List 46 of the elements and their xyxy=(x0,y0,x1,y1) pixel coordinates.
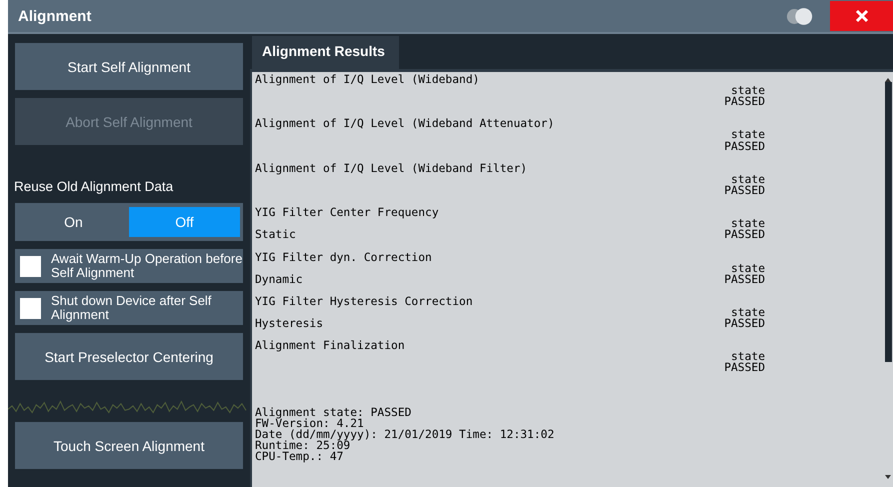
state-value: PASSED xyxy=(723,362,765,374)
summary-line: Alignment state: PASSED xyxy=(255,406,412,418)
results-tab[interactable]: Alignment Results xyxy=(252,36,399,69)
state-value: PASSED xyxy=(723,96,765,108)
state-label: state xyxy=(730,306,765,318)
state-value: PASSED xyxy=(723,274,765,285)
state-value: PASSED xyxy=(723,140,765,152)
result-detail: Static xyxy=(255,229,297,240)
state-label: state xyxy=(730,351,765,362)
toggle-icon[interactable] xyxy=(786,8,814,24)
touch-alignment-button[interactable]: Touch Screen Alignment xyxy=(15,422,243,469)
summary-line: FW-Version: 4.21 xyxy=(255,418,364,429)
checkbox-row[interactable]: Shut down Device after Self Alignment xyxy=(15,291,243,325)
state-label: state xyxy=(730,129,765,141)
checkbox-label: Await Warm-Up Operation before Self Alignment xyxy=(51,252,243,280)
scroll-thumb[interactable] xyxy=(885,82,892,362)
checkbox-row[interactable]: Await Warm-Up Operation before Self Alignment xyxy=(15,249,243,283)
state-value: PASSED xyxy=(723,184,765,196)
result-detail: Dynamic xyxy=(255,274,304,285)
summary-line: Date (dd/mm/yyyy): 21/01/2019 Time: 12:31:02 xyxy=(255,429,556,440)
checkbox[interactable] xyxy=(20,256,41,276)
close-icon xyxy=(854,9,868,23)
state-label: state xyxy=(730,174,765,185)
switch-option[interactable]: On xyxy=(18,207,129,237)
state-label: state xyxy=(730,85,765,96)
result-title: Alignment of I/Q Level (Wideband) xyxy=(255,74,480,86)
result-title: YIG Filter dyn. Correction xyxy=(255,252,433,263)
summary-line: CPU-Temp.: 47 xyxy=(255,451,344,462)
window-title: Alignment xyxy=(17,8,92,24)
result-title: YIG Filter Hysteresis Correction xyxy=(255,296,474,307)
checkbox[interactable] xyxy=(20,298,41,318)
summary-line: Runtime: 25:09 xyxy=(255,440,350,452)
result-title: Alignment of I/Q Level (Wideband Filter) xyxy=(255,162,528,174)
start-button[interactable]: Start Self Alignment xyxy=(15,43,243,90)
state-label: state xyxy=(730,262,765,274)
checkbox-label: Shut down Device after Self Alignment xyxy=(51,294,212,322)
close-button[interactable] xyxy=(830,1,893,31)
result-title: Alignment of I/Q Level (Wideband Attenuator) xyxy=(255,118,556,130)
result-title: YIG Filter Center Frequency xyxy=(255,207,440,218)
option-label: Reuse Old Alignment Data xyxy=(13,179,174,194)
result-detail: Hysteresis xyxy=(255,318,324,330)
result-title: Alignment Finalization xyxy=(255,340,406,352)
preselector-button[interactable]: Start Preselector Centering xyxy=(15,333,243,380)
state-value: PASSED xyxy=(723,229,765,240)
state-label: state xyxy=(730,218,765,230)
state-value: PASSED xyxy=(723,318,765,330)
